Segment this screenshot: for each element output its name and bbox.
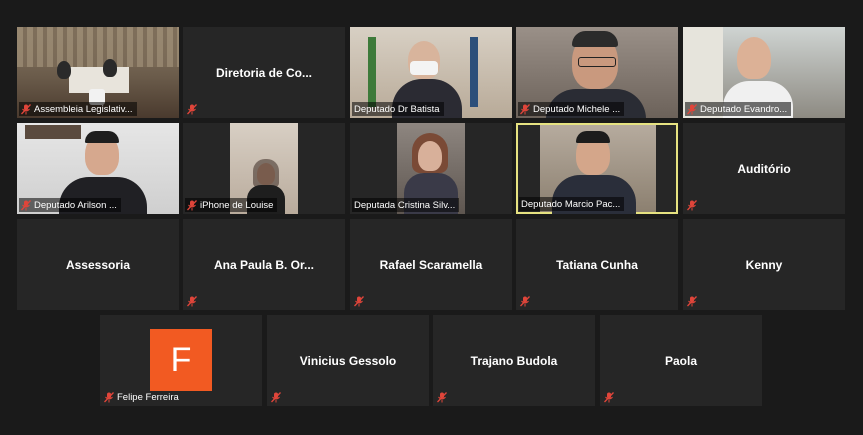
participant-name-label: Deputado Dr Batista xyxy=(352,102,444,116)
muted-mic-icon xyxy=(520,103,530,115)
participant-tile[interactable]: Deputado Evandro... xyxy=(683,27,845,118)
participant-status xyxy=(185,102,204,116)
participant-status xyxy=(352,294,371,308)
participant-display-name: Paola xyxy=(664,353,697,368)
participant-tile[interactable]: Trajano Budola xyxy=(433,315,595,406)
participant-name-label: Deputado Marcio Pac... xyxy=(519,197,625,211)
participant-name: Felipe Ferreira xyxy=(117,391,179,403)
participant-tile[interactable]: F Felipe Ferreira xyxy=(100,315,262,406)
participant-tile[interactable]: Deputada Cristina Silv... xyxy=(350,123,512,214)
participant-tile[interactable]: Assembleia Legislativ... xyxy=(17,27,179,118)
participant-display-name: Ana Paula B. Or... xyxy=(213,257,315,272)
participant-name: Deputado Arilson ... xyxy=(34,199,117,211)
participant-tile[interactable]: Paola xyxy=(600,315,762,406)
muted-mic-icon xyxy=(687,295,697,307)
participant-avatar: F xyxy=(150,329,212,391)
participant-name-label: Deputada Cristina Silv... xyxy=(352,198,460,212)
participant-name: iPhone de Louise xyxy=(200,199,274,211)
participant-tile[interactable]: Deputado Arilson ... xyxy=(17,123,179,214)
participant-display-name: Assessoria xyxy=(65,257,131,272)
muted-mic-icon xyxy=(520,295,530,307)
participant-name: Deputado Marcio Pac... xyxy=(521,198,621,210)
participant-status xyxy=(185,294,204,308)
muted-mic-icon xyxy=(604,391,614,403)
muted-mic-icon xyxy=(187,199,197,211)
participant-status xyxy=(518,294,537,308)
participant-tile[interactable]: Deputado Michele ... xyxy=(516,27,678,118)
participant-name: Assembleia Legislativ... xyxy=(34,103,133,115)
participant-display-name: Vinicius Gessolo xyxy=(299,353,397,368)
participant-status xyxy=(685,294,704,308)
participant-tile[interactable]: Vinicius Gessolo xyxy=(267,315,429,406)
muted-mic-icon xyxy=(687,103,697,115)
participant-tile[interactable]: iPhone de Louise xyxy=(183,123,345,214)
muted-mic-icon xyxy=(187,103,197,115)
participant-display-name: Diretoria de Co... xyxy=(215,65,313,80)
participant-name-label: Deputado Arilson ... xyxy=(19,198,121,212)
participant-tile[interactable]: Diretoria de Co... xyxy=(183,27,345,118)
participant-display-name: Tatiana Cunha xyxy=(556,257,638,272)
muted-mic-icon xyxy=(687,199,697,211)
muted-mic-icon xyxy=(271,391,281,403)
participant-tile[interactable]: Rafael Scaramella xyxy=(350,219,512,310)
participant-display-name: Trajano Budola xyxy=(470,353,558,368)
participant-tile-active-speaker[interactable]: Deputado Marcio Pac... xyxy=(516,123,678,214)
muted-mic-icon xyxy=(187,295,197,307)
participant-tile[interactable]: Ana Paula B. Or... xyxy=(183,219,345,310)
participant-status xyxy=(269,390,288,404)
muted-mic-icon xyxy=(104,391,114,403)
participant-display-name: Kenny xyxy=(745,257,783,272)
participant-display-name: Rafael Scaramella xyxy=(379,257,483,272)
participant-name-label: Deputado Evandro... xyxy=(685,102,792,116)
muted-mic-icon xyxy=(354,295,364,307)
participant-name: Deputado Evandro... xyxy=(700,103,788,115)
participant-tile[interactable]: Assessoria xyxy=(17,219,179,310)
participant-tile[interactable]: Kenny xyxy=(683,219,845,310)
muted-mic-icon xyxy=(437,391,447,403)
participant-tile[interactable]: Deputado Dr Batista xyxy=(350,27,512,118)
participant-name: Deputado Michele ... xyxy=(533,103,621,115)
participant-tile[interactable]: Tatiana Cunha xyxy=(516,219,678,310)
participant-name-label: iPhone de Louise xyxy=(185,198,278,212)
muted-mic-icon xyxy=(21,199,31,211)
participant-tile[interactable]: Auditório xyxy=(683,123,845,214)
muted-mic-icon xyxy=(21,103,31,115)
participant-name-label: Felipe Ferreira xyxy=(102,390,183,404)
participant-status xyxy=(602,390,621,404)
participant-status xyxy=(435,390,454,404)
participant-name: Deputado Dr Batista xyxy=(354,103,440,115)
participant-name: Deputada Cristina Silv... xyxy=(354,199,456,211)
participant-name-label: Deputado Michele ... xyxy=(518,102,625,116)
participant-status xyxy=(685,198,704,212)
participant-name-label: Assembleia Legislativ... xyxy=(19,102,137,116)
participant-display-name: Auditório xyxy=(737,161,791,176)
